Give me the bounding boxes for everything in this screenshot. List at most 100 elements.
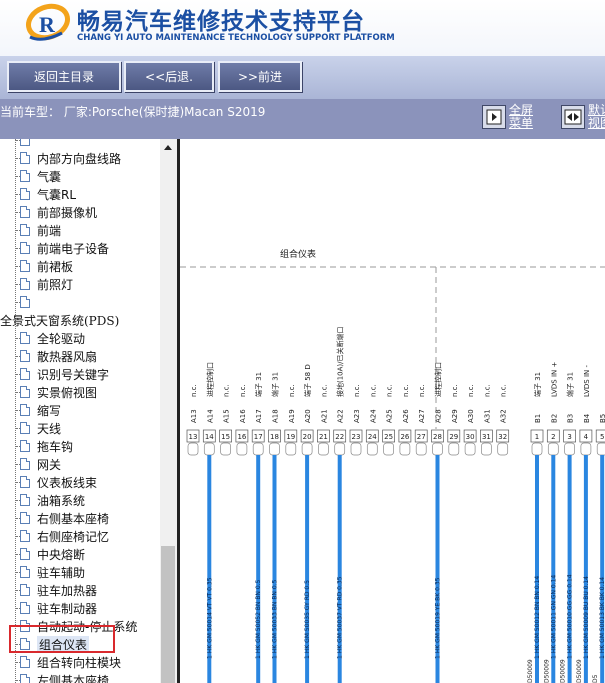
- tree-item[interactable]: 组合转向柱模块: [16, 653, 121, 671]
- back-button[interactable]: <<后退.: [124, 61, 214, 92]
- document-icon: [20, 548, 30, 560]
- pin-signal-label: n.c.: [500, 384, 508, 397]
- default-view-link[interactable]: 默认 视图: [588, 104, 605, 130]
- component-tree: 内部方向盘线路 气囊 气囊RL 前部摄像机 前端 前端电子设备 前裙板前照灯全景式天窗系统(…: [0, 139, 160, 683]
- tree-item-label: 前照灯: [37, 277, 74, 292]
- fullscreen-link[interactable]: 全屏 菜单: [509, 104, 533, 130]
- tree-item-label: 仪表板线束: [37, 475, 98, 490]
- wire-label: 1 HK GM 50010 GG GG 0.14: [567, 574, 574, 659]
- tree-item[interactable]: 气囊: [16, 167, 61, 185]
- tree-item[interactable]: 右侧基本座椅: [16, 509, 109, 527]
- tree-item[interactable]: 散热器风扇: [16, 347, 97, 365]
- tree-item[interactable]: 内部方向盘线路: [16, 149, 121, 167]
- pin-socket: [252, 442, 264, 456]
- pin-number: 26: [400, 433, 409, 441]
- tree-item[interactable]: 缩写: [16, 401, 61, 419]
- document-icon: [20, 242, 30, 254]
- document-icon: [20, 350, 30, 362]
- tree-item-label: 中央熔断: [37, 547, 86, 562]
- pin-number: 14: [205, 433, 214, 441]
- pin-signal-label: 接地(10A)/已关断端口: [336, 326, 345, 397]
- pin-signal-label: 端子 31: [254, 372, 263, 397]
- tree-item[interactable]: 拖车钩: [16, 437, 73, 455]
- document-icon: [20, 440, 30, 452]
- pin-signal-label: 端子 31: [271, 372, 280, 397]
- pin-id-label: A32: [500, 409, 508, 423]
- pin-socket: [269, 442, 280, 456]
- tree-item[interactable]: 天线: [16, 419, 61, 437]
- selected-item-highlight: [9, 625, 115, 653]
- home-button[interactable]: 返回主目录: [7, 61, 121, 92]
- tree-item[interactable]: 油箱系统: [16, 491, 85, 509]
- wiring-diagram[interactable]: 组合仪表 n.c. A13 13 进程控制口 A14 14 1 HK GM 50014 VT …: [180, 139, 605, 683]
- pin-id-label: A14: [206, 409, 214, 423]
- tree-item[interactable]: 左侧基本座椅: [16, 671, 109, 683]
- pin-id-label: B2: [550, 414, 558, 423]
- tree-item[interactable]: [16, 139, 37, 149]
- wire-label: 1 HK GM 50012 BN BN 0.14: [534, 576, 541, 659]
- pin-number: 30: [466, 433, 475, 441]
- fullscreen-icon: [486, 109, 502, 125]
- tree-item[interactable]: 驻车辅助: [16, 563, 85, 581]
- pin-signal-label: 进程控制口: [205, 362, 214, 397]
- tree-item[interactable]: 气囊RL: [16, 185, 76, 203]
- pin-number: 25: [384, 433, 393, 441]
- tree-item[interactable]: 网关: [16, 455, 61, 473]
- pin-signal-label: n.c.: [320, 384, 328, 397]
- tree-item[interactable]: 前照灯: [16, 275, 73, 293]
- tree-item[interactable]: 前端: [16, 221, 61, 239]
- pin-number: 23: [352, 433, 361, 441]
- tree-item[interactable]: 全轮驱动: [16, 329, 85, 347]
- pin-number: 15: [221, 433, 230, 441]
- tree-item[interactable]: 全景式天窗系统(PDS): [0, 311, 119, 329]
- document-icon: [20, 170, 30, 182]
- tree-item[interactable]: 前部摄像机: [16, 203, 97, 221]
- tree-item[interactable]: 驻车加热器: [16, 581, 97, 599]
- fullscreen-button[interactable]: [482, 105, 506, 129]
- pin-socket: [301, 442, 313, 456]
- pin-id-label: B1: [534, 414, 542, 423]
- wire-bottom-label: D50009: [527, 659, 534, 683]
- wire-bottom-label: D50009: [560, 659, 567, 683]
- tree-item-label: 驻车制动器: [37, 601, 98, 616]
- tree-item-label: 组合转向柱模块: [37, 655, 122, 670]
- tree-item-label: 驻车辅助: [37, 565, 86, 580]
- tree-scrollbar[interactable]: [160, 139, 177, 683]
- forward-button[interactable]: >>前进: [218, 61, 302, 92]
- pin-number: 2: [551, 433, 555, 441]
- pin-socket: [366, 442, 378, 456]
- scroll-up-icon[interactable]: [164, 145, 172, 150]
- tree-item[interactable]: 驻车制动器: [16, 599, 97, 617]
- tree-item[interactable]: [16, 293, 37, 311]
- pin-id-label: A30: [467, 409, 475, 423]
- pin-signal-label: n.c.: [418, 384, 426, 397]
- scroll-thumb[interactable]: [161, 546, 175, 683]
- pin-number: 17: [254, 433, 263, 441]
- tree-item[interactable]: 识别号关键字: [16, 365, 109, 383]
- svg-text:R: R: [39, 12, 56, 37]
- platform-title: 畅易汽车维修技术支持平台: [77, 9, 365, 35]
- tree-item-label: 内部方向盘线路: [37, 151, 122, 166]
- tree-item[interactable]: 前裙板: [16, 257, 73, 275]
- tree-item[interactable]: 右侧座椅记忆: [16, 527, 109, 545]
- tree-item-label: 驻车加热器: [37, 583, 98, 598]
- pin-number: 16: [237, 433, 246, 441]
- tree-item-label: 识别号关键字: [37, 367, 110, 382]
- platform-subtitle: CHANG YI AUTO MAINTENANCE TECHNOLOGY SUP…: [77, 33, 395, 43]
- tree-item[interactable]: 中央熔断: [16, 545, 85, 563]
- document-icon: [20, 422, 30, 434]
- wire-bottom-label: D50009: [543, 659, 550, 683]
- pin-number: 13: [189, 433, 198, 441]
- document-icon: [20, 602, 30, 614]
- tree-item[interactable]: 仪表板线束: [16, 473, 97, 491]
- pin-signal-label: n.c.: [483, 384, 491, 397]
- info-bar: 当前车型： 厂家:Porsche(保时捷)Macan S2019 全屏 菜单 默…: [0, 99, 605, 139]
- tree-item-label: 网关: [37, 457, 62, 472]
- pin-signal-label: n.c.: [402, 384, 410, 397]
- default-view-button[interactable]: [561, 105, 585, 129]
- wiring-diagram-canvas: 组合仪表n.c.A1313进程控制口A14141 HK GM 50014 VT …: [180, 248, 605, 683]
- toolbar: 返回主目录 <<后退. >>前进: [0, 56, 605, 99]
- tree-item[interactable]: 前端电子设备: [16, 239, 109, 257]
- pin-id-label: A29: [451, 409, 459, 423]
- tree-item[interactable]: 实景俯视图: [16, 383, 97, 401]
